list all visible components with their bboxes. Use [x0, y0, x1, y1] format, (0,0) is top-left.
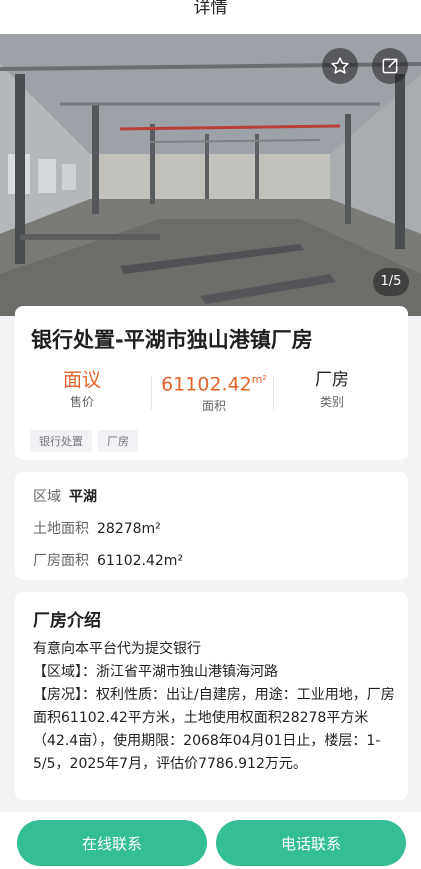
factory-area-label: 厂房面积 [33, 553, 89, 569]
intro-title: 厂房介绍 [33, 611, 101, 631]
factory-photo [0, 34, 421, 316]
region-value: 平湖 [69, 489, 97, 505]
stat-category: 厂房 类别 [271, 368, 393, 410]
action-bar: 在线联系 电话联系 [0, 812, 421, 869]
intro-line: 【房况】：权利性质：出让/自建房，用途：工业用地，厂房面积61102.42平方米… [33, 687, 395, 772]
price-label: 售价 [69, 395, 94, 409]
stat-area: 61102.42m² 面积 [153, 368, 275, 414]
star-icon [331, 57, 349, 74]
area-unit: m² [251, 373, 267, 386]
land-area-value: 28278m² [97, 521, 161, 537]
tag-item: 厂房 [98, 430, 138, 452]
image-counter: 1/5 [373, 268, 409, 296]
info-card: 区域 平湖 土地面积 28278m² 厂房面积 61102.42m² [15, 472, 408, 580]
page-title: 详情 [193, 0, 228, 18]
region-row: 区域 平湖 [33, 486, 97, 506]
share-button[interactable] [372, 48, 408, 84]
divider [151, 376, 152, 410]
land-area-row: 土地面积 28278m² [33, 518, 161, 538]
price-value: 面议 [62, 369, 101, 391]
factory-area-row: 厂房面积 61102.42m² [33, 550, 183, 570]
favorite-button[interactable] [322, 48, 358, 84]
nav-bar: 详情 [0, 0, 421, 34]
category-label: 类别 [319, 395, 344, 409]
area-label: 面积 [201, 399, 226, 414]
intro-line: 【区域】：浙江省平湖市独山港镇海河路 [33, 664, 278, 680]
property-title: 银行处置-平湖市独山港镇厂房 [31, 328, 313, 352]
summary-card: 银行处置-平湖市独山港镇厂房 面议 售价 61102.42m² 面积 厂房 类别… [15, 306, 408, 460]
phone-contact-button[interactable]: 电话联系 [216, 820, 406, 866]
factory-area-value: 61102.42m² [97, 553, 184, 569]
online-contact-button[interactable]: 在线联系 [17, 820, 207, 866]
stat-price: 面议 售价 [21, 368, 143, 410]
intro-text: 有意向本平台代为提交银行 【区域】：浙江省平湖市独山港镇海河路 【房况】：权利性… [33, 638, 395, 776]
land-area-label: 土地面积 [33, 521, 89, 537]
intro-line: 有意向本平台代为提交银行 [33, 641, 201, 657]
tag-list: 银行处置 厂房 [30, 430, 144, 452]
intro-card: 厂房介绍 有意向本平台代为提交银行 【区域】：浙江省平湖市独山港镇海河路 【房况… [15, 592, 408, 800]
area-value: 61102.42m² [153, 368, 275, 396]
category-value: 厂房 [315, 370, 349, 390]
photo-gallery[interactable]: 1/5 [0, 34, 421, 316]
tag-item: 银行处置 [30, 430, 92, 452]
share-icon [382, 58, 398, 74]
region-label: 区域 [33, 489, 61, 505]
stats-row: 面议 售价 61102.42m² 面积 厂房 类别 [15, 368, 408, 414]
area-number: 61102.42 [161, 373, 252, 396]
